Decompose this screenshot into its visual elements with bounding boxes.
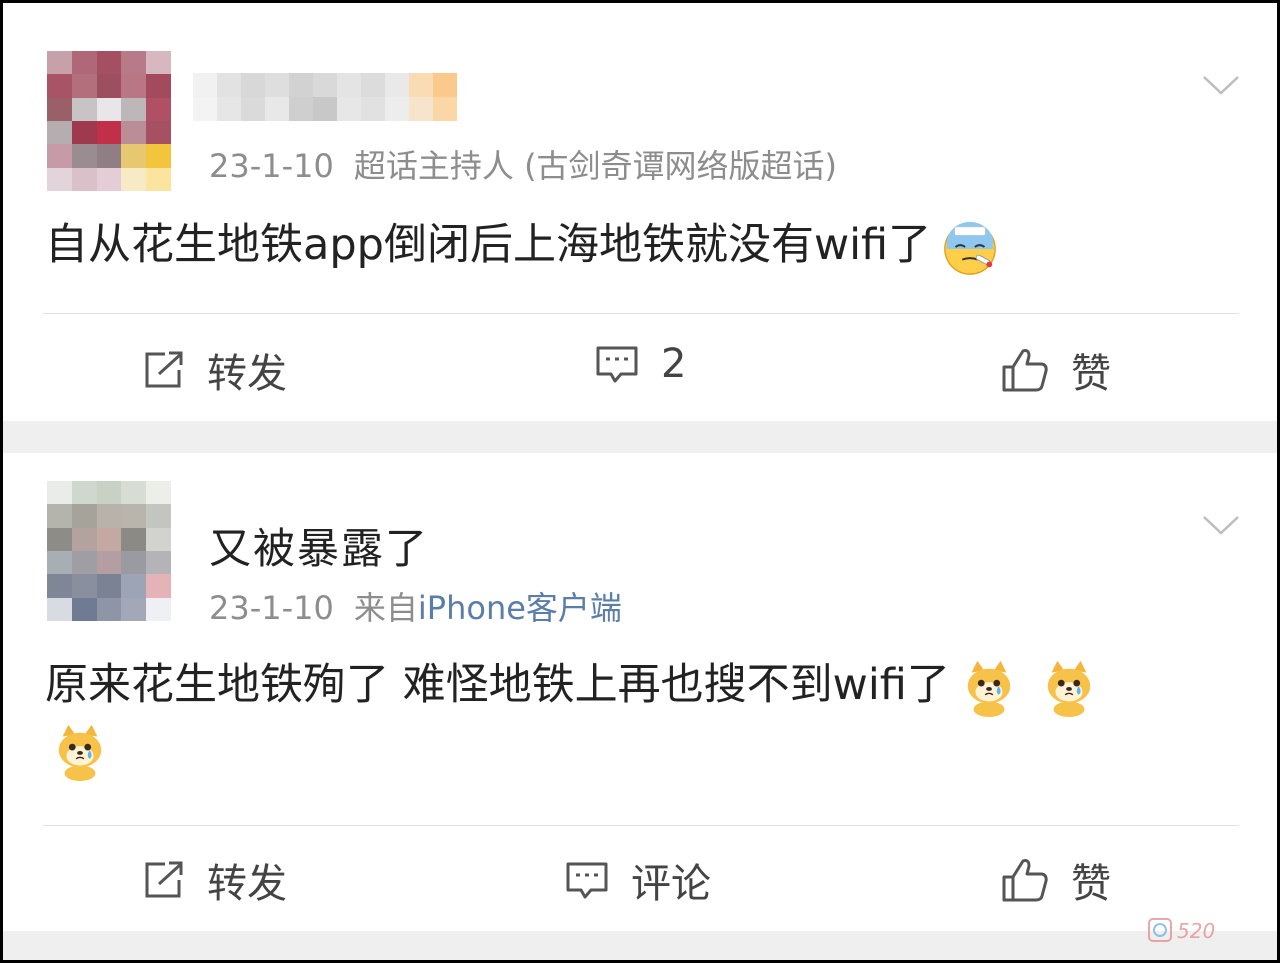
chevron-down-icon[interactable]: [1201, 513, 1241, 537]
like-label: 赞: [1071, 351, 1111, 397]
comment-icon: [566, 862, 608, 899]
post-date: 23-1-10: [209, 147, 334, 185]
divider: [43, 825, 1239, 826]
post-date: 23-1-10: [209, 589, 334, 627]
post-meta: 23-1-10 来自iPhone客户端: [209, 583, 622, 629]
crying-doge-emoji: [1047, 660, 1091, 717]
divider: [43, 313, 1239, 314]
repost-label: 转发: [207, 861, 287, 907]
crying-doge-emoji: [967, 660, 1011, 717]
comment-label: 评论: [631, 861, 711, 907]
card-separator: [3, 421, 1277, 453]
thumbs-up-icon: [1002, 859, 1048, 902]
post-meta: 23-1-10 超话主持人 (古剑奇谭网络版超话): [209, 141, 837, 187]
post-source[interactable]: 超话主持人 (古剑奇谭网络版超话): [354, 147, 837, 185]
repost-button[interactable]: 转发: [141, 341, 287, 399]
feed: 23-1-10 超话主持人 (古剑奇谭网络版超话) 自从花生地铁app倒闭后上海地…: [3, 3, 1277, 960]
username-blurred[interactable]: [193, 73, 457, 121]
svg-text:520: 520: [1177, 919, 1215, 943]
watermark-logo: 520: [1147, 915, 1267, 952]
repost-button[interactable]: 转发: [141, 851, 287, 909]
post-text-body: 原来花生地铁殉了 难怪地铁上再也搜不到wifi了: [45, 660, 950, 710]
post-source-link[interactable]: iPhone客户端: [418, 589, 622, 627]
post-text: 自从花生地铁app倒闭后上海地铁就没有wifi了: [45, 213, 1217, 277]
like-button[interactable]: 赞: [1001, 851, 1111, 909]
repost-icon: [145, 351, 183, 388]
crying-doge-emoji: [58, 724, 102, 781]
chevron-down-icon[interactable]: [1201, 73, 1241, 97]
username[interactable]: 又被暴露了: [209, 515, 429, 576]
card-separator: [3, 931, 1277, 960]
comment-button[interactable]: 2: [595, 341, 686, 387]
comment-icon: [596, 346, 638, 383]
repost-icon: [145, 861, 183, 898]
thumbs-up-icon: [1002, 349, 1048, 392]
comment-count: 2: [661, 341, 687, 387]
repost-label: 转发: [207, 351, 287, 397]
like-button[interactable]: 赞: [1001, 341, 1111, 399]
post-source-prefix: 来自: [353, 589, 418, 627]
post-text-body: 自从花生地铁app倒闭后上海地铁就没有wifi了: [45, 220, 932, 270]
post-card[interactable]: 又被暴露了 23-1-10 来自iPhone客户端 原来花生地铁殉了 难怪地铁上再…: [3, 453, 1277, 931]
comment-button[interactable]: 评论: [565, 851, 711, 909]
like-label: 赞: [1071, 861, 1111, 907]
post-text: 原来花生地铁殉了 难怪地铁上再也搜不到wifi了: [45, 653, 1217, 781]
post-card[interactable]: 23-1-10 超话主持人 (古剑奇谭网络版超话) 自从花生地铁app倒闭后上海地…: [3, 3, 1277, 421]
sick-face-emoji: [944, 221, 996, 275]
avatar[interactable]: [47, 51, 171, 191]
avatar[interactable]: [47, 481, 171, 621]
